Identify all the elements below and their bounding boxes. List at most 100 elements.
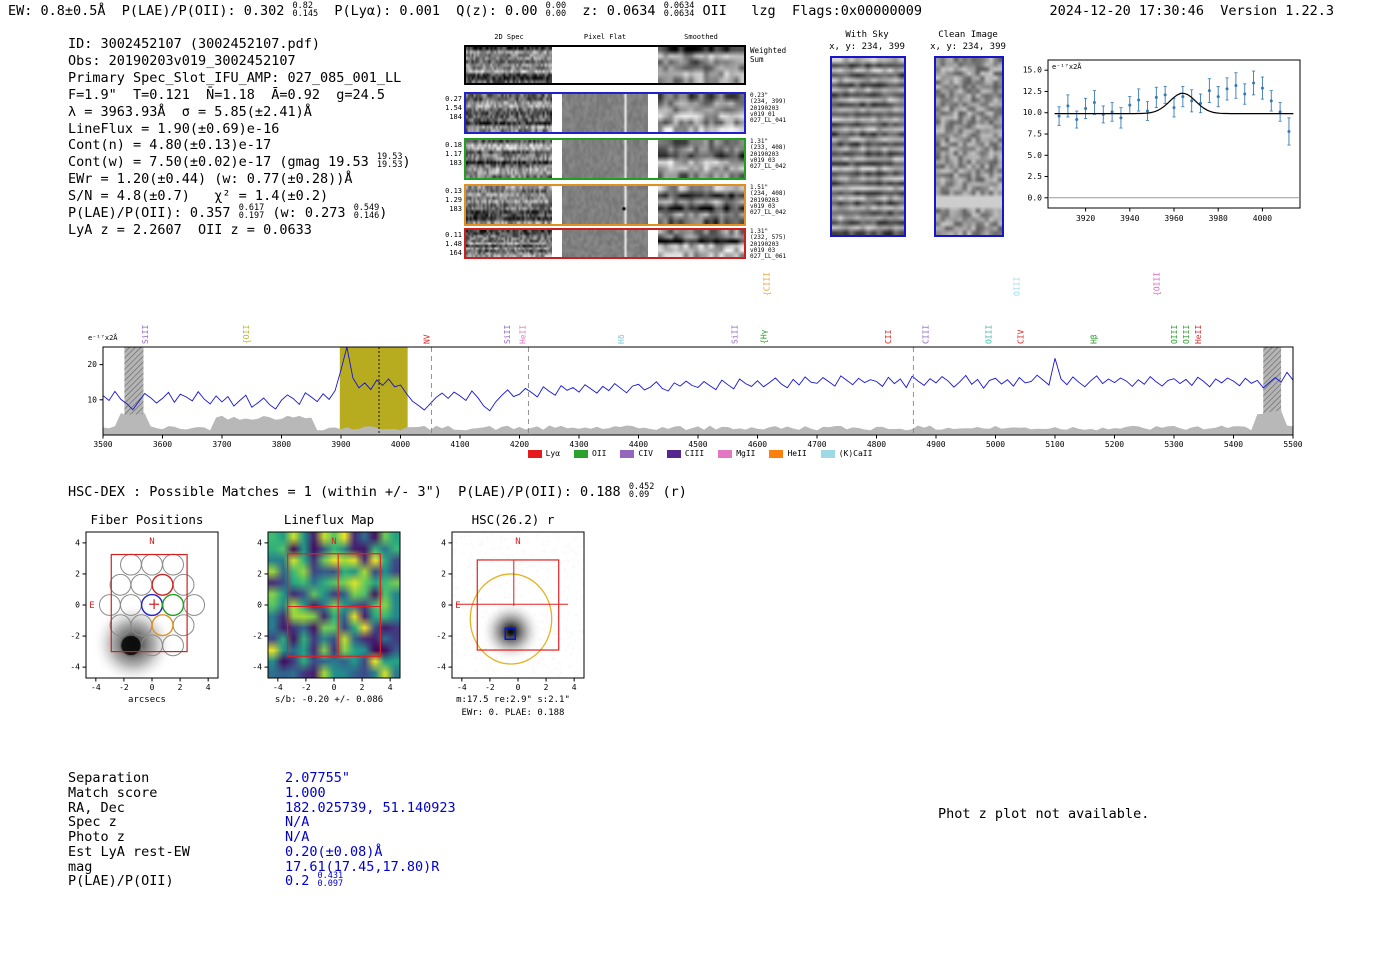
data-point bbox=[1163, 93, 1167, 97]
text-segment: P(Lyα): 0.001 Q(z): 0.00 bbox=[318, 3, 546, 19]
data-point bbox=[1234, 84, 1238, 88]
x-tick-label: 3500 bbox=[93, 440, 112, 449]
spec2d-row bbox=[464, 45, 746, 85]
legend-swatch bbox=[769, 449, 784, 458]
stacked-fraction: 0.00 0.00 bbox=[546, 1, 566, 18]
y-tick-label: 12.5 bbox=[1023, 87, 1042, 96]
x-tick-label: 4 bbox=[206, 683, 211, 692]
catalog-object-marker bbox=[504, 627, 517, 640]
y-tick-label: -2 bbox=[252, 632, 262, 641]
emission-line-label: {CIII bbox=[762, 272, 771, 296]
text-segment: HSC-DEX : Possible Matches = 1 (within +… bbox=[68, 484, 629, 500]
spec2d-row-annotation: 1.31" (232, 575) 20190203 v019_03 027_LL_061 bbox=[750, 228, 786, 260]
noise-spectrum-area bbox=[103, 410, 1293, 435]
legend-item: (K)CaII bbox=[820, 449, 872, 458]
with-sky-image bbox=[830, 56, 906, 237]
catalog-aperture-rect bbox=[476, 559, 560, 651]
y-tick-label: -4 bbox=[70, 663, 80, 672]
text-segment: 1.000 bbox=[285, 784, 326, 801]
spec2d-row-annotation: 1.31" (233, 408) 20190203 v019_03 027_LL_042 bbox=[750, 138, 786, 170]
data-point bbox=[1057, 114, 1061, 118]
fiber-circle bbox=[162, 634, 184, 657]
x-tick-label: 2 bbox=[544, 683, 549, 692]
match-table-row: P(LAE)/P(OII) 0.2 0.431 0.097 bbox=[68, 872, 456, 889]
match-field-label: Est LyA rest-EW bbox=[68, 843, 190, 860]
x-tick-label: 5100 bbox=[1045, 440, 1064, 449]
text-segment: λ = 3963.93Å σ = 5.85(±2.41)Å bbox=[68, 103, 312, 120]
x-tick-label: 4100 bbox=[450, 440, 469, 449]
data-point bbox=[1225, 87, 1229, 91]
info-line: P(LAE)/P(OII): 0.357 0.617 0.197 (w: 0.27… bbox=[68, 204, 411, 222]
y-tick-label: 10.0 bbox=[1023, 108, 1042, 117]
legend-item: MgII bbox=[718, 449, 755, 458]
selected-fiber-circle bbox=[151, 573, 174, 596]
left-label: 183 bbox=[449, 205, 462, 213]
match-table-row: RA, Dec 182.025739, 51.140923 bbox=[68, 799, 456, 816]
text-segment: Obs: 20190203v019_3002452107 bbox=[68, 52, 296, 69]
x-tick-label: 2 bbox=[360, 683, 365, 692]
emission-line-label: CIII bbox=[921, 325, 930, 344]
spec2d-cutout-grid: 2D Spec Pixel Flat Smoothed Weighted Sum 0.27… bbox=[440, 28, 820, 268]
spec2d-column-header: 2D Spec bbox=[494, 33, 524, 41]
x-tick-label: 3700 bbox=[212, 440, 231, 449]
fiber-circle bbox=[120, 553, 142, 576]
x-tick-label: 4300 bbox=[569, 440, 588, 449]
text-segment: LineFlux = 1.90(±0.69)e-16 bbox=[68, 120, 280, 137]
left-label: 0.18 bbox=[445, 141, 462, 149]
x-tick-label: -4 bbox=[273, 683, 283, 692]
east-label: E bbox=[455, 601, 460, 611]
match-field-label: mag bbox=[68, 858, 93, 875]
fitplot-ylabel: e⁻¹⁷x2Å bbox=[1052, 63, 1082, 71]
fiber-positions-plot: -4 -4 -2 -2 0 0 2 2 4 4 N E bbox=[70, 531, 219, 692]
y-tick-label: 2 bbox=[75, 569, 80, 578]
legend-item: HeII bbox=[769, 449, 807, 458]
data-point bbox=[1243, 92, 1247, 96]
data-point bbox=[1260, 86, 1264, 90]
hsc-dex-match-line: HSC-DEX : Possible Matches = 1 (within +… bbox=[68, 482, 687, 500]
info-line: Primary Spec_Slot_IFU_AMP: 027_085_001_L… bbox=[68, 70, 411, 87]
match-field-value: N/A bbox=[285, 830, 309, 845]
text-segment: ID: 3002452107 (3002452107.pdf) bbox=[68, 36, 320, 52]
match-field-label: Photo z bbox=[68, 829, 125, 845]
left-label: 0.11 bbox=[445, 231, 462, 239]
text-segment: ) bbox=[402, 154, 411, 171]
x-tick-label: -2 bbox=[485, 683, 495, 692]
spec2d-row bbox=[464, 92, 746, 134]
fiber-positions-panel: Fiber Positions arcsecs -4 -4 -2 -2 0 0 2 2 4 4 N E bbox=[52, 505, 242, 730]
smoothed-image bbox=[658, 230, 744, 257]
emission-line-label: CIV bbox=[1016, 329, 1025, 344]
lineflux-map-plot: -4 -4 -2 -2 0 0 2 2 4 4 N bbox=[252, 531, 401, 692]
left-label: 1.48 bbox=[445, 240, 462, 248]
y-tick-label: 4 bbox=[75, 538, 80, 547]
lineflux-map-panel: Lineflux Map s/b: -0.20 +/- 0.086 -4 -4 -2… bbox=[234, 505, 424, 730]
spec2d-row-left-labels: 0.11 1.48 164 bbox=[440, 231, 462, 258]
emission-line-label: HeII bbox=[518, 325, 527, 344]
legend-item: CIII bbox=[666, 449, 704, 458]
y-tick-label: -4 bbox=[436, 663, 446, 672]
data-point bbox=[1066, 104, 1070, 108]
legend-swatch bbox=[718, 449, 733, 458]
x-tick-label: 4 bbox=[572, 683, 577, 692]
annotation-line: 027_LL_042 bbox=[750, 209, 787, 217]
legend-label: HeII bbox=[787, 449, 807, 458]
selected-fiber-circle bbox=[161, 593, 185, 617]
header-datetime-version: 2024-12-20 17:30:46 Version 1.22.3 bbox=[1049, 3, 1334, 19]
text-segment: 182.025739, 51.140923 bbox=[285, 799, 456, 816]
legend-item: CIV bbox=[620, 449, 653, 458]
text-segment: N/A bbox=[285, 829, 310, 845]
x-tick-label: 0 bbox=[332, 683, 337, 692]
match-table-row: Spec z N/A bbox=[68, 815, 456, 830]
x-tick-label: 4800 bbox=[867, 440, 886, 449]
data-point bbox=[1154, 95, 1158, 99]
spec2d-image bbox=[466, 230, 552, 257]
stacked-fraction: 0.452 0.09 bbox=[629, 482, 655, 499]
y-tick-label: 4 bbox=[257, 538, 262, 547]
legend-swatch bbox=[574, 449, 589, 458]
detection-region-band bbox=[339, 347, 408, 435]
x-tick-label: 0 bbox=[150, 683, 155, 692]
y-tick-label: -2 bbox=[436, 632, 446, 641]
emission-line-label: {Hγ bbox=[759, 329, 768, 344]
x-tick-label: 0 bbox=[516, 683, 521, 692]
y-tick-label: 10 bbox=[87, 395, 97, 404]
y-tick-label: 2 bbox=[441, 569, 446, 578]
